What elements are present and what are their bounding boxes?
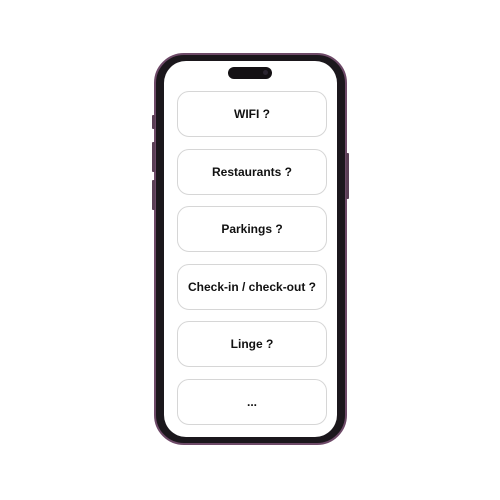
menu-item-label: Linge ? (230, 337, 274, 351)
parkings-button[interactable]: Parkings ? (177, 206, 327, 252)
restaurants-button[interactable]: Restaurants ? (177, 148, 327, 195)
volume-up-button (152, 142, 155, 172)
more-button[interactable]: ... (177, 378, 327, 425)
action-button (152, 115, 155, 129)
faq-menu: WIFI ? Restaurants ? Parkings ? Check-in… (177, 91, 327, 436)
menu-item-label: ... (246, 394, 257, 409)
linge-button[interactable]: Linge ? (177, 321, 327, 367)
checkin-checkout-button[interactable]: Check-in / check-out ? (177, 263, 327, 310)
power-button (346, 153, 349, 199)
dynamic-island (228, 67, 272, 79)
volume-down-button (152, 180, 155, 210)
camera-icon (263, 70, 268, 75)
menu-item-label: Parkings ? (221, 222, 283, 236)
wifi-button[interactable]: WIFI ? (177, 91, 327, 137)
menu-item-label: WIFI ? (234, 107, 270, 121)
canvas: WIFI ? Restaurants ? Parkings ? Check-in… (0, 0, 500, 500)
menu-item-label: Check-in / check-out ? (187, 279, 317, 294)
menu-item-label: Restaurants ? (211, 164, 293, 179)
